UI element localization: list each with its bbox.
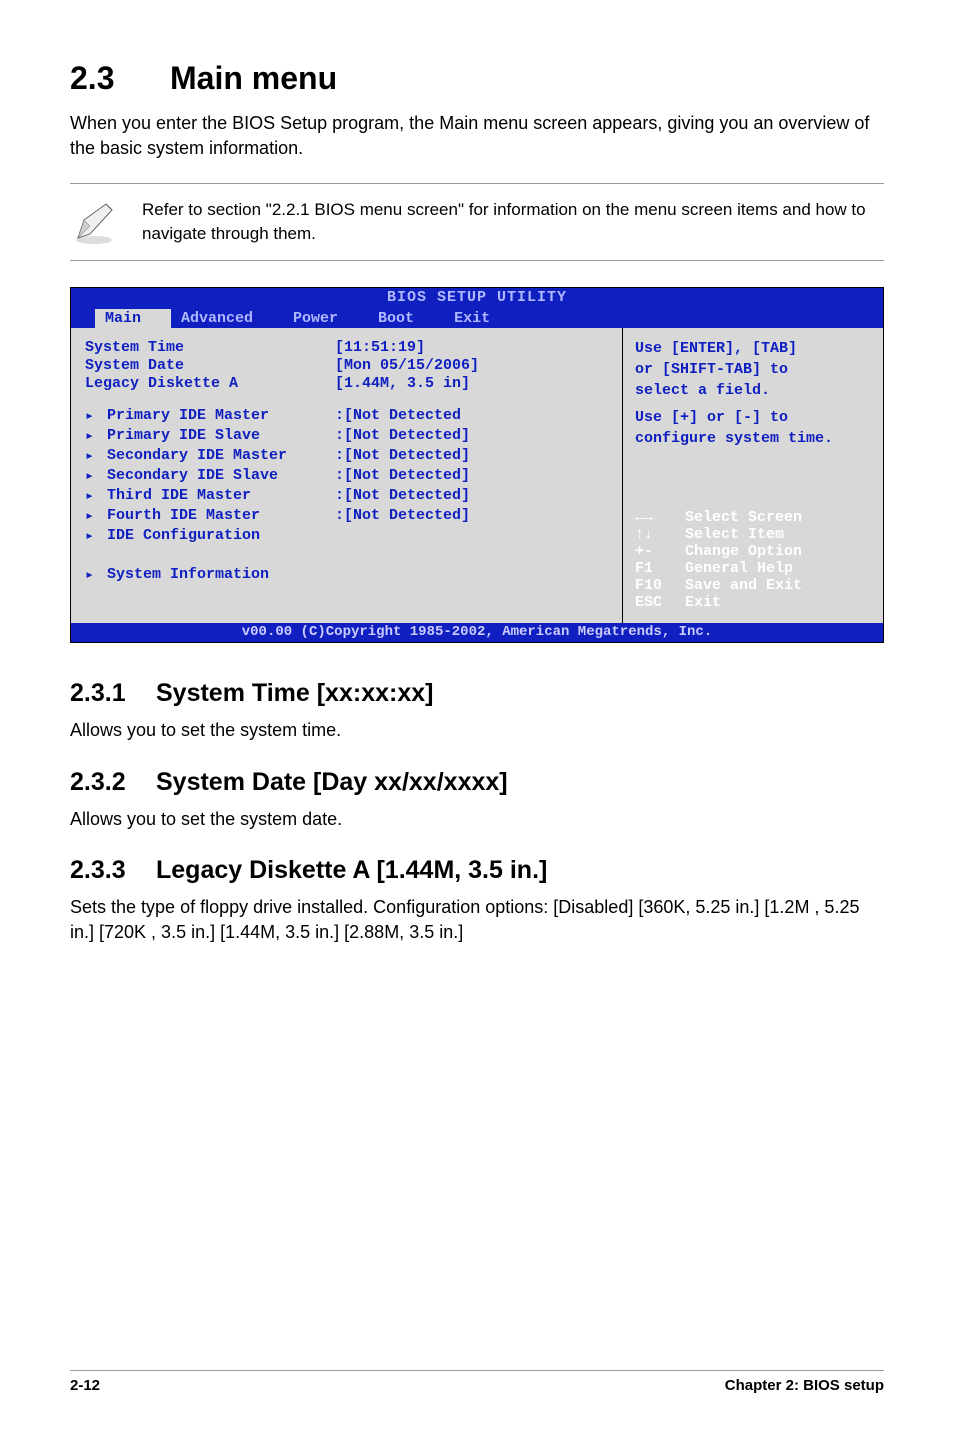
bios-submenu-secondary-ide-master[interactable]: ▸ Secondary IDE Master :[Not Detected] bbox=[85, 446, 608, 465]
subsection-text: Sets the type of floppy drive installed.… bbox=[70, 895, 884, 945]
bios-value: :[Not Detected bbox=[335, 407, 461, 424]
help-action: Select Screen bbox=[685, 509, 802, 526]
bios-value: :[Not Detected] bbox=[335, 447, 470, 464]
note-box: Refer to section "2.2.1 BIOS menu screen… bbox=[70, 183, 884, 261]
bios-submenu-primary-ide-master[interactable]: ▸ Primary IDE Master :[Not Detected bbox=[85, 406, 608, 425]
bios-field-system-time[interactable]: System Time [11:51:19] bbox=[85, 339, 608, 356]
help-key: F1 bbox=[635, 560, 685, 577]
help-line: configure system time. bbox=[635, 428, 871, 449]
bios-value: :[Not Detected] bbox=[335, 427, 470, 444]
bios-field-system-date[interactable]: System Date [Mon 05/15/2006] bbox=[85, 357, 608, 374]
subsection-number: 2.3.2 bbox=[70, 768, 156, 797]
pencil-icon bbox=[70, 198, 118, 246]
bios-value: [Mon 05/15/2006] bbox=[335, 357, 479, 374]
help-key: ↑↓ bbox=[635, 526, 685, 543]
bios-submenu-system-information[interactable]: ▸ System Information bbox=[85, 565, 608, 584]
help-line: select a field. bbox=[635, 380, 871, 401]
help-line: Use [ENTER], [TAB] bbox=[635, 338, 871, 359]
help-key-row: ←→Select Screen bbox=[635, 509, 871, 526]
subsection-heading-233: 2.3.3Legacy Diskette A [1.44M, 3.5 in.] bbox=[70, 856, 884, 885]
section-number: 2.3 bbox=[70, 60, 170, 97]
bios-submenu-ide-configuration[interactable]: ▸ IDE Configuration bbox=[85, 526, 608, 545]
subsection-title: System Date [Day xx/xx/xxxx] bbox=[156, 768, 508, 796]
bios-label: Fourth IDE Master bbox=[107, 507, 335, 524]
triangle-icon: ▸ bbox=[85, 506, 107, 525]
bios-tab-boot[interactable]: Boot bbox=[368, 309, 444, 328]
bios-label: System Information bbox=[107, 566, 335, 583]
triangle-icon: ▸ bbox=[85, 426, 107, 445]
bios-main-panel: System Time [11:51:19] System Date [Mon … bbox=[71, 328, 623, 623]
help-action: Change Option bbox=[685, 543, 802, 560]
page-footer: 2-12 Chapter 2: BIOS setup bbox=[70, 1370, 884, 1394]
help-key-row: F1General Help bbox=[635, 560, 871, 577]
bios-label: Primary IDE Slave bbox=[107, 427, 335, 444]
help-line: or [SHIFT-TAB] to bbox=[635, 359, 871, 380]
bios-submenu-fourth-ide-master[interactable]: ▸ Fourth IDE Master :[Not Detected] bbox=[85, 506, 608, 525]
bios-value: :[Not Detected] bbox=[335, 467, 470, 484]
subsection-heading-231: 2.3.1System Time [xx:xx:xx] bbox=[70, 679, 884, 708]
subsection-text: Allows you to set the system time. bbox=[70, 718, 884, 743]
bios-footer: v00.00 (C)Copyright 1985-2002, American … bbox=[71, 623, 883, 642]
bios-screenshot: BIOS SETUP UTILITY Main Advanced Power B… bbox=[70, 287, 884, 643]
bios-label: System Date bbox=[85, 357, 335, 374]
bios-value: [1.44M, 3.5 in] bbox=[335, 375, 470, 392]
bios-submenu-primary-ide-slave[interactable]: ▸ Primary IDE Slave :[Not Detected] bbox=[85, 426, 608, 445]
bios-submenu-third-ide-master[interactable]: ▸ Third IDE Master :[Not Detected] bbox=[85, 486, 608, 505]
bios-submenu-secondary-ide-slave[interactable]: ▸ Secondary IDE Slave :[Not Detected] bbox=[85, 466, 608, 485]
subsection-text: Allows you to set the system date. bbox=[70, 807, 884, 832]
help-action: Exit bbox=[685, 594, 721, 611]
help-key: ←→ bbox=[635, 509, 685, 526]
subsection-heading-232: 2.3.2System Date [Day xx/xx/xxxx] bbox=[70, 768, 884, 797]
bios-label: Third IDE Master bbox=[107, 487, 335, 504]
help-action: Save and Exit bbox=[685, 577, 802, 594]
bios-label: Primary IDE Master bbox=[107, 407, 335, 424]
triangle-icon: ▸ bbox=[85, 406, 107, 425]
bios-field-legacy-diskette[interactable]: Legacy Diskette A [1.44M, 3.5 in] bbox=[85, 375, 608, 392]
triangle-icon: ▸ bbox=[85, 526, 107, 545]
bios-tab-power[interactable]: Power bbox=[283, 309, 368, 328]
help-key: ESC bbox=[635, 594, 685, 611]
bios-label: System Time bbox=[85, 339, 335, 356]
subsection-number: 2.3.3 bbox=[70, 856, 156, 885]
bios-value: :[Not Detected] bbox=[335, 507, 470, 524]
bios-label: Secondary IDE Master bbox=[107, 447, 335, 464]
bios-menu-bar: BIOS SETUP UTILITY Main Advanced Power B… bbox=[71, 288, 883, 328]
subsection-number: 2.3.1 bbox=[70, 679, 156, 708]
triangle-icon: ▸ bbox=[85, 466, 107, 485]
bios-label: Secondary IDE Slave bbox=[107, 467, 335, 484]
bios-value: :[Not Detected] bbox=[335, 487, 470, 504]
note-text: Refer to section "2.2.1 BIOS menu screen… bbox=[142, 198, 884, 246]
subsection-title: System Time [xx:xx:xx] bbox=[156, 679, 433, 707]
bios-help-panel: Use [ENTER], [TAB] or [SHIFT-TAB] to sel… bbox=[623, 328, 883, 623]
bios-label: IDE Configuration bbox=[107, 527, 335, 544]
help-key-row: +-Change Option bbox=[635, 543, 871, 560]
help-key-row: F10Save and Exit bbox=[635, 577, 871, 594]
triangle-icon: ▸ bbox=[85, 446, 107, 465]
bios-value: [11:51:19] bbox=[335, 339, 425, 356]
section-heading: 2.3Main menu bbox=[70, 60, 884, 97]
bios-title: BIOS SETUP UTILITY bbox=[71, 289, 883, 306]
bios-tab-main[interactable]: Main bbox=[95, 309, 171, 328]
triangle-icon: ▸ bbox=[85, 565, 107, 584]
help-key-row: ESCExit bbox=[635, 594, 871, 611]
chapter-title: Chapter 2: BIOS setup bbox=[725, 1377, 884, 1394]
bios-tab-exit[interactable]: Exit bbox=[444, 309, 520, 328]
help-line: Use [+] or [-] to bbox=[635, 407, 871, 428]
help-action: Select Item bbox=[685, 526, 784, 543]
help-key: F10 bbox=[635, 577, 685, 594]
subsection-title: Legacy Diskette A [1.44M, 3.5 in.] bbox=[156, 856, 547, 884]
bios-tab-advanced[interactable]: Advanced bbox=[171, 309, 283, 328]
page-number: 2-12 bbox=[70, 1377, 100, 1394]
help-key: +- bbox=[635, 543, 685, 560]
section-title-text: Main menu bbox=[170, 60, 337, 96]
help-action: General Help bbox=[685, 560, 793, 577]
triangle-icon: ▸ bbox=[85, 486, 107, 505]
help-key-row: ↑↓Select Item bbox=[635, 526, 871, 543]
intro-paragraph: When you enter the BIOS Setup program, t… bbox=[70, 111, 884, 161]
bios-label: Legacy Diskette A bbox=[85, 375, 335, 392]
